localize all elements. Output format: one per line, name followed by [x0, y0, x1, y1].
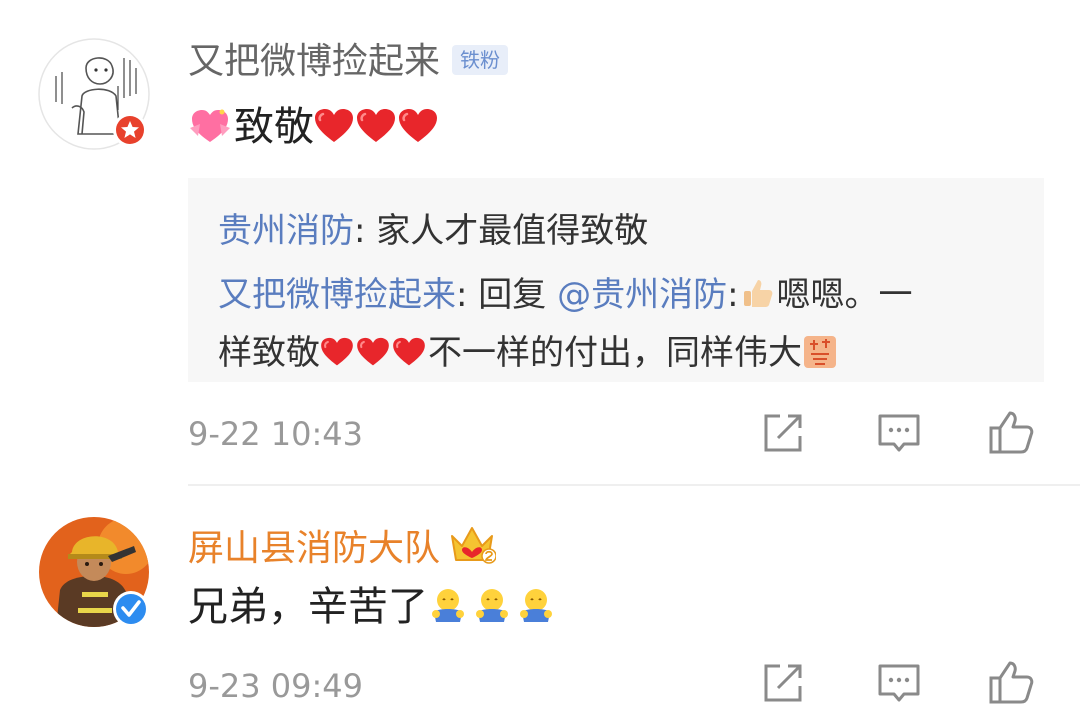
timestamp: 9-22 10:43 [188, 415, 364, 453]
share-button[interactable] [758, 408, 808, 458]
hug-emoji-icon [476, 589, 508, 622]
red-heart-icon [314, 108, 354, 144]
verified-badge-icon [112, 590, 150, 628]
timestamp: 9-23 09:49 [188, 667, 364, 705]
username[interactable]: 又把微博捡起来 铁粉 [188, 40, 509, 84]
quote-username[interactable]: 贵州消防 [218, 211, 354, 251]
comment-text: 致敬 [188, 102, 440, 152]
zan-emoji-icon [804, 336, 836, 368]
quote-line: 样致敬 不一样的付出，同样伟大 [218, 324, 838, 382]
reply-quote-block[interactable]: 贵州消防: 家人才最值得致敬 又把微博捡起来: 回复 @贵州消防: 嗯嗯。一 样… [188, 178, 1044, 382]
vip-badge-icon [112, 112, 148, 148]
like-button[interactable] [986, 658, 1036, 708]
comment-icon [878, 414, 920, 452]
comment-button[interactable] [874, 658, 924, 708]
hug-emoji-icon [432, 589, 464, 622]
quote-username[interactable]: 又把微博捡起来 [218, 275, 456, 315]
red-heart-icon [320, 337, 354, 367]
comment-icon [878, 664, 920, 702]
quote-line: 贵州消防: 家人才最值得致敬 [218, 211, 649, 251]
heart-ribbon-emoji-icon [190, 109, 230, 142]
share-icon [764, 664, 802, 702]
comment-item[interactable]: 又把微博捡起来 铁粉 致敬 贵州消防: 家人才最值得致敬 又把微博捡起来: 回复 … [0, 0, 1080, 486]
red-heart-icon [356, 337, 390, 367]
username[interactable]: 屏山县消防大队 [188, 522, 497, 571]
comment-item[interactable]: 屏山县消防大队 兄弟，辛苦了 9-23 09:49 [0, 486, 1080, 724]
red-heart-icon [398, 108, 438, 144]
hug-emoji-icon [520, 589, 552, 622]
share-icon [764, 414, 802, 452]
thumbs-up-icon [989, 411, 1034, 454]
thumbs-up-emoji-icon [743, 280, 772, 307]
crown-badge-icon [451, 527, 497, 564]
avatar[interactable] [38, 38, 150, 150]
avatar[interactable] [38, 516, 150, 628]
red-heart-icon [356, 108, 396, 144]
mention-link[interactable]: @贵州消防 [557, 275, 727, 315]
red-heart-icon [392, 337, 426, 367]
comment-text: 兄弟，辛苦了 [188, 582, 560, 632]
comment-button[interactable] [874, 408, 924, 458]
comment-list: 又把微博捡起来 铁粉 致敬 贵州消防: 家人才最值得致敬 又把微博捡起来: 回复 … [0, 0, 1080, 724]
thumbs-up-icon [989, 661, 1034, 704]
fan-badge: 铁粉 [452, 45, 509, 75]
share-button[interactable] [758, 658, 808, 708]
like-button[interactable] [986, 408, 1036, 458]
quote-line: 又把微博捡起来: 回复 @贵州消防: 嗯嗯。一 [218, 275, 913, 315]
